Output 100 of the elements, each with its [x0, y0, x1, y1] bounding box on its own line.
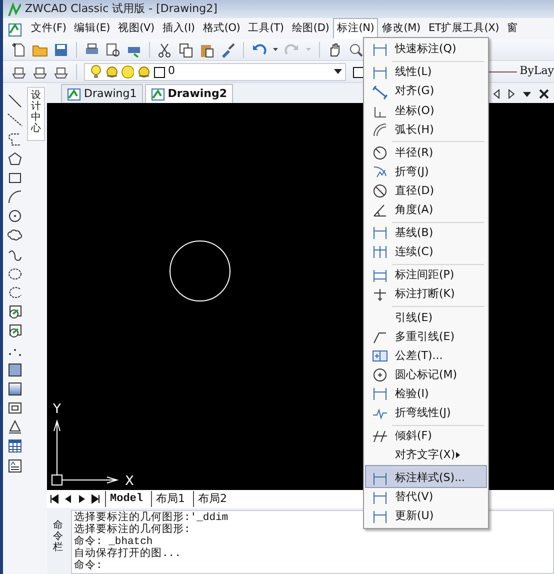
- menu-item[interactable]: 对齐文字(X): [365, 446, 487, 465]
- document-tab[interactable]: Drawing1: [61, 84, 143, 103]
- ucs-axes-drawing: [52, 419, 119, 486]
- block-icon[interactable]: [7, 304, 23, 320]
- menu-item[interactable]: 多重引线(E): [365, 327, 487, 346]
- tolerance-icon: [372, 348, 388, 364]
- table-icon[interactable]: [7, 438, 23, 454]
- command-history-line: 选择要标注的几何图形:: [74, 524, 190, 536]
- right-arrow-icon[interactable]: [507, 88, 516, 100]
- menu-item[interactable]: 编辑(E): [70, 18, 114, 39]
- new-file-icon[interactable]: [11, 42, 27, 58]
- menu-item[interactable]: 快速标注(Q): [365, 40, 487, 60]
- menu-item[interactable]: 直径(D): [365, 182, 487, 201]
- layout-tab[interactable]: Model: [105, 490, 148, 508]
- arc-length-icon: [372, 122, 388, 138]
- menu-item[interactable]: 标注打断(K): [365, 285, 487, 304]
- polygon-icon[interactable]: [7, 150, 23, 167]
- text-frame-icon[interactable]: [7, 458, 23, 474]
- left-arrow-icon[interactable]: [492, 88, 501, 100]
- undo-icon[interactable]: [251, 42, 267, 58]
- menu-item[interactable]: 检验(I): [365, 384, 487, 404]
- sun-icon: [136, 64, 150, 80]
- menu-item[interactable]: 角度(A): [365, 200, 487, 220]
- menu-item[interactable]: 对齐(G): [365, 82, 487, 102]
- menu-item[interactable]: 弧长(H): [365, 120, 487, 140]
- first-tab-arrow-icon[interactable]: [49, 494, 59, 504]
- polyline-icon[interactable]: [7, 131, 23, 148]
- construction-line-icon[interactable]: [7, 112, 23, 128]
- last-tab-arrow-icon[interactable]: [91, 494, 101, 504]
- menu-item[interactable]: 折弯(J): [365, 162, 487, 182]
- ellipse-arc-icon[interactable]: [7, 284, 23, 301]
- menu-item[interactable]: 插入(I): [158, 18, 199, 39]
- menu-item[interactable]: 折弯线性(J): [365, 404, 487, 423]
- arc-icon[interactable]: [7, 188, 23, 205]
- circle-icon[interactable]: [7, 208, 23, 224]
- copy-icon[interactable]: [178, 42, 194, 58]
- diameter-circle-icon: [372, 183, 388, 200]
- brush-icon[interactable]: [220, 42, 236, 58]
- save-icon[interactable]: [53, 42, 69, 58]
- menu-item[interactable]: 标注样式(S)...: [365, 464, 487, 488]
- dimension-space-icon: [372, 268, 388, 284]
- close-icon[interactable]: [538, 88, 550, 100]
- menu-item[interactable]: 公差(T)...: [365, 346, 487, 366]
- radius-circle-icon: [372, 145, 388, 162]
- menu-item[interactable]: 连续(C): [365, 242, 487, 262]
- menu-item[interactable]: ET扩展工具(X): [424, 18, 504, 39]
- menu-item[interactable]: 替代(V): [365, 488, 487, 508]
- linear-dimension-icon: [372, 508, 388, 525]
- menu-item[interactable]: 更新(U): [365, 507, 487, 526]
- menu-item[interactable]: 工具(T): [244, 18, 288, 39]
- window-title: ZWCAD Classic 试用版 - [Drawing2]: [25, 0, 218, 17]
- command-history-line: 选择要标注的几何图形:'_ddim: [74, 512, 228, 524]
- print-preview-icon[interactable]: [105, 42, 121, 58]
- menu-item[interactable]: 格式(O): [198, 18, 244, 39]
- cone-icon[interactable]: [7, 419, 23, 436]
- sun-icon: [104, 64, 118, 80]
- linear-dimension-icon: [372, 225, 388, 242]
- command-panel-label: 命令栏: [53, 520, 63, 553]
- document-tab[interactable]: Drawing2: [144, 84, 234, 103]
- layout-tab[interactable]: 布局1: [151, 490, 190, 508]
- app-logo-icon: [7, 2, 21, 16]
- zoom-icon[interactable]: [348, 42, 364, 58]
- y-axis-label: Y: [53, 402, 61, 417]
- layer-dropdown[interactable]: 0: [84, 62, 346, 80]
- menu-item[interactable]: 绘图(D): [288, 18, 334, 39]
- drawing-file-icon: [150, 87, 165, 101]
- menu-item[interactable]: 文件(F): [27, 18, 70, 39]
- center-mark-icon: [372, 367, 388, 384]
- oblique-icon: [372, 428, 388, 444]
- cloud-icon[interactable]: [7, 227, 23, 244]
- menu-item[interactable]: 坐标(O): [365, 101, 487, 120]
- command-history-line: 自动保存打开的图...: [74, 548, 181, 560]
- linear-dimension-icon: [372, 42, 388, 58]
- cut-icon[interactable]: [157, 42, 173, 58]
- linetype-name: ByLay: [520, 63, 554, 80]
- menu-item[interactable]: 修改(M): [378, 18, 424, 39]
- command-history-line: 命令:: [74, 560, 102, 572]
- angle-icon: [372, 202, 388, 218]
- command-history-line: 命令: _bhatch: [74, 536, 153, 548]
- next-tab-arrow-icon[interactable]: [77, 494, 87, 504]
- continue-dimension-icon: [372, 244, 388, 260]
- menu-item[interactable]: 标注(N): [333, 18, 378, 39]
- region-icon[interactable]: [7, 400, 23, 416]
- x-axis-label: X: [125, 474, 134, 489]
- ellipse-icon[interactable]: [7, 266, 23, 282]
- menu-item[interactable]: 视图(V): [114, 18, 158, 39]
- line-icon[interactable]: [7, 93, 23, 109]
- menu-item[interactable]: 圆心标记(M): [365, 366, 487, 385]
- layout-tab[interactable]: 布局2: [193, 490, 232, 508]
- submenu-arrow-icon: [455, 451, 462, 460]
- gradient-icon[interactable]: [7, 380, 23, 397]
- design-center-tab[interactable]: 设计中心: [27, 87, 45, 141]
- bulb-icon: [88, 64, 102, 80]
- previous-tab-arrow-icon[interactable]: [63, 494, 73, 504]
- drawing-document-icon[interactable]: [7, 20, 23, 36]
- aligned-dimension-icon: [372, 84, 388, 100]
- hatch-icon[interactable]: [7, 362, 23, 378]
- block-icon[interactable]: [7, 323, 23, 340]
- caret-icon: [334, 69, 342, 74]
- menu-item[interactable]: 窗: [503, 18, 522, 39]
